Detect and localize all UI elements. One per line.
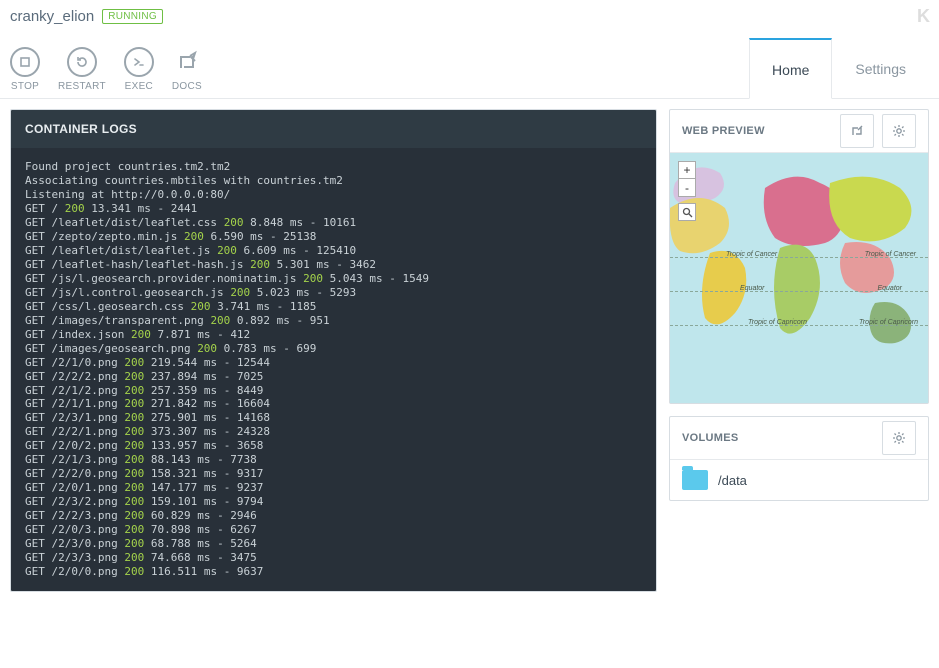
container-logs-panel: CONTAINER LOGS Found project countries.t… <box>10 109 657 592</box>
map-search-button[interactable] <box>678 203 696 221</box>
open-external-button[interactable] <box>840 114 874 148</box>
exec-button[interactable]: EXEC <box>124 47 154 92</box>
brand-logo: K <box>917 6 929 27</box>
volumes-title: VOLUMES <box>682 432 739 444</box>
map-label-equator: Equator <box>877 285 902 292</box>
map-zoom-in-button[interactable]: + <box>678 161 696 179</box>
restart-icon <box>67 47 97 77</box>
gear-icon <box>891 430 907 446</box>
map-label-capricorn: Tropic of Capricorn <box>859 319 918 326</box>
tab-home[interactable]: Home <box>749 38 832 99</box>
map-zoom-out-button[interactable]: - <box>678 179 696 197</box>
folder-icon <box>682 470 708 490</box>
search-icon <box>682 207 693 218</box>
map-label-equator: Equator <box>740 285 765 292</box>
restart-button[interactable]: RESTART <box>58 47 106 92</box>
world-map-icon <box>670 153 928 403</box>
status-badge: RUNNING <box>102 9 163 24</box>
stop-button[interactable]: STOP <box>10 47 40 92</box>
container-name: cranky_elion <box>10 8 94 25</box>
gear-icon <box>891 123 907 139</box>
web-preview-panel: WEB PREVIEW <box>669 109 929 404</box>
external-link-icon <box>849 123 865 139</box>
docs-icon <box>172 47 202 77</box>
web-preview-title: WEB PREVIEW <box>682 125 765 137</box>
logs-output[interactable]: Found project countries.tm2.tm2 Associat… <box>11 148 656 591</box>
map-label-cancer: Tropic of Cancer <box>726 251 777 258</box>
map-preview[interactable]: Tropic of Cancer Equator Tropic of Capri… <box>670 153 928 403</box>
logs-title: CONTAINER LOGS <box>11 110 656 148</box>
volumes-settings-button[interactable] <box>882 421 916 455</box>
volumes-panel: VOLUMES /data <box>669 416 929 501</box>
tab-settings[interactable]: Settings <box>832 38 929 98</box>
exec-icon <box>124 47 154 77</box>
volume-row[interactable]: /data <box>670 460 928 500</box>
volume-path: /data <box>718 473 747 488</box>
preview-settings-button[interactable] <box>882 114 916 148</box>
docs-button[interactable]: DOCS <box>172 47 202 92</box>
stop-icon <box>10 47 40 77</box>
map-label-cancer: Tropic of Cancer <box>865 251 916 258</box>
map-label-capricorn: Tropic of Capricorn <box>748 319 807 326</box>
